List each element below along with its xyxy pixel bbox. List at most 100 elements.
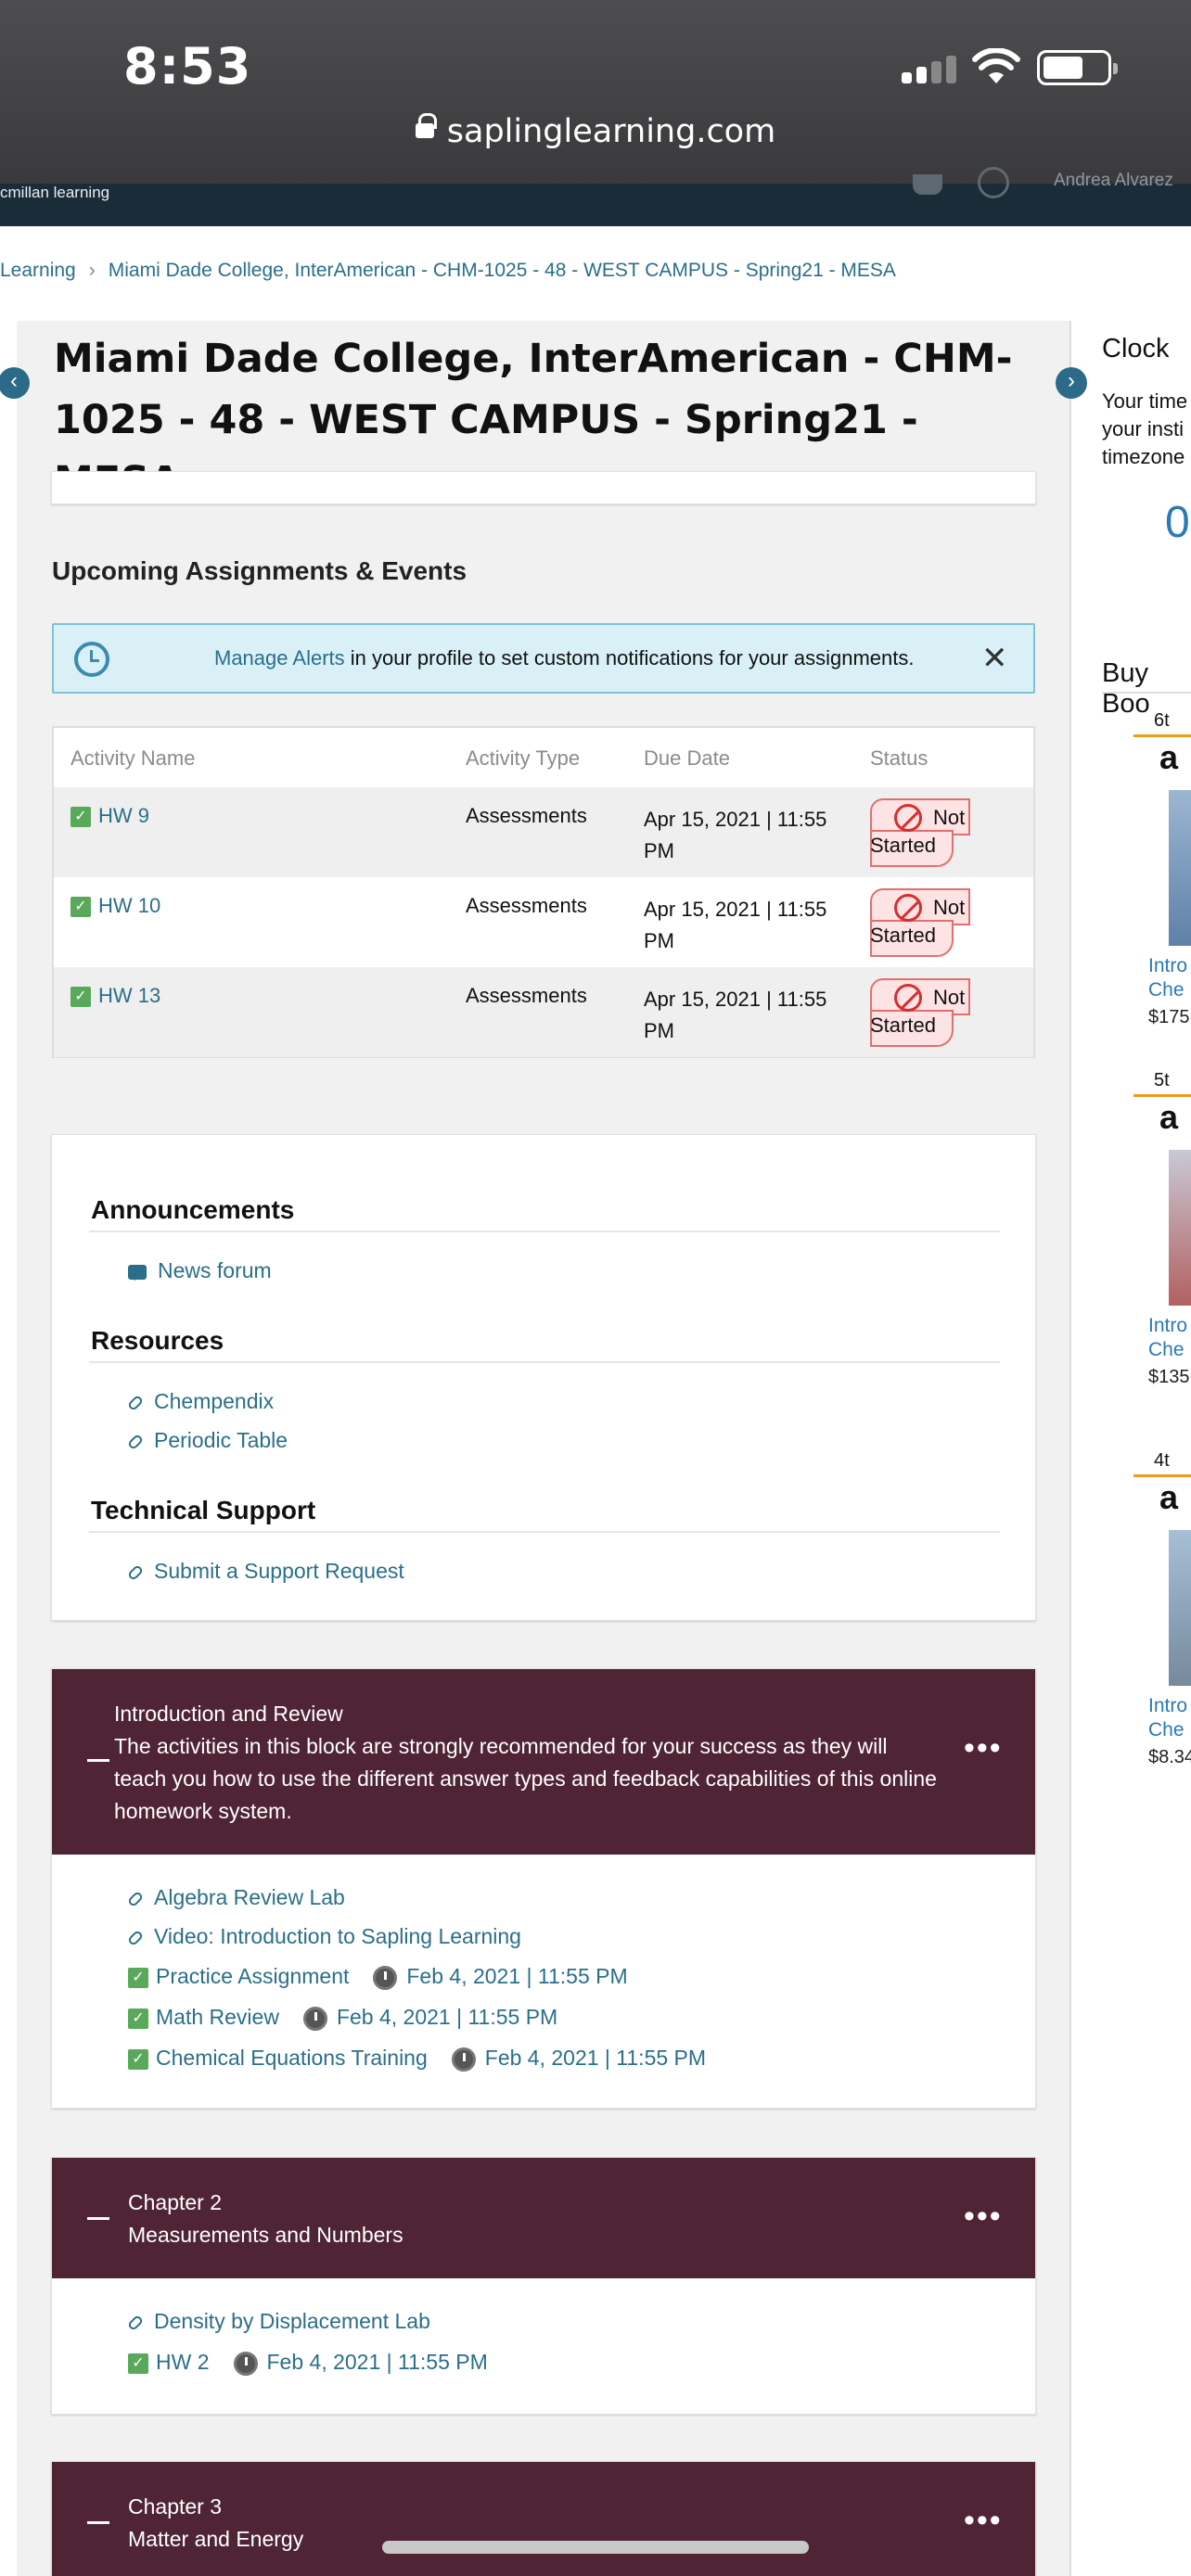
link-icon: [126, 1433, 145, 1451]
col-activity-name[interactable]: Activity Name: [70, 746, 195, 771]
book-cover: [1169, 1530, 1191, 1686]
not-started-icon: [894, 804, 922, 832]
book-ad[interactable]: 6t a Intro Che $175: [1133, 710, 1191, 1027]
clock-text-line: timezone: [1102, 445, 1185, 468]
manage-alerts-link[interactable]: Manage Alerts: [214, 646, 345, 670]
chemical-equations-link[interactable]: ✓ Chemical Equations Training Feb 4, 2021 …: [128, 2046, 706, 2072]
topic-block-header[interactable]: Chapter 2 Measurements and Numbers •••: [52, 2158, 1035, 2278]
chempendix-link[interactable]: Chempendix: [126, 1389, 274, 1414]
signal-icon: [902, 56, 957, 83]
table-row: ✓ HW 9 Assessments Apr 15, 2021 | 11:55 P…: [54, 787, 1033, 877]
topic-block-intro: Introduction and Review The activities i…: [51, 1668, 1036, 2109]
status-badge: Not Started: [870, 798, 981, 867]
collapse-icon[interactable]: [87, 2217, 109, 2220]
assignment-check-icon: ✓: [128, 1967, 148, 1988]
upcoming-heading: Upcoming Assignments & Events: [52, 556, 467, 585]
hw-2-link[interactable]: ✓ HW 2 Feb 4, 2021 | 11:55 PM: [128, 2350, 488, 2376]
user-menu[interactable]: Andrea Alvarez: [1054, 171, 1173, 191]
math-review-link[interactable]: ✓ Math Review Feb 4, 2021 | 11:55 PM: [128, 2005, 557, 2031]
col-activity-type[interactable]: Activity Type: [466, 746, 580, 771]
more-options-icon[interactable]: •••: [964, 2199, 1003, 2235]
algebra-review-link[interactable]: Algebra Review Lab: [126, 1885, 345, 1910]
breadcrumb: Learning › Miami Dade College, InterAmeric…: [0, 260, 896, 282]
alert-text: in your profile to set custom notificati…: [344, 646, 915, 670]
col-due-date[interactable]: Due Date: [644, 746, 730, 771]
topic-description-line: The activities in this block are strongl…: [114, 1734, 888, 1758]
resources-heading: Resources: [91, 1326, 224, 1355]
assignment-check-icon: ✓: [128, 2048, 148, 2070]
course-summary-box: [51, 471, 1036, 504]
chevron-right-icon: ›: [88, 260, 96, 281]
clock-heading: Clock: [1102, 334, 1170, 363]
divider: [1102, 692, 1191, 694]
more-options-icon[interactable]: •••: [964, 2503, 1003, 2539]
link-icon: [126, 1394, 145, 1412]
topic-title: Chapter 3: [128, 2494, 223, 2519]
support-heading: Technical Support: [91, 1496, 316, 1524]
brand-logo[interactable]: cmillan learning: [0, 184, 109, 202]
url-bar[interactable]: saplinglearning.com: [0, 113, 1191, 150]
link-icon: [126, 1563, 145, 1582]
intro-video-link[interactable]: Video: Introduction to Sapling Learning: [126, 1924, 521, 1949]
topic-block-header[interactable]: Chapter 3 Matter and Energy •••: [52, 2462, 1035, 2576]
alarm-clock-icon: [74, 642, 109, 677]
assignment-check-icon: ✓: [70, 987, 91, 1008]
status-badge: Not Started: [870, 978, 981, 1047]
topic-description-line: homework system.: [114, 1799, 292, 1823]
activity-type: Assessments: [466, 804, 587, 827]
topic-description-line: teach you how to use the different answe…: [114, 1766, 937, 1791]
news-forum-link[interactable]: News forum: [128, 1258, 272, 1283]
link-icon: [126, 1890, 145, 1908]
assignments-table: Activity Name Activity Type Due Date Sta…: [52, 726, 1035, 1058]
due-date: Apr 15, 2021 | 11:55 PM: [644, 988, 827, 1042]
wifi-icon: [972, 48, 1020, 83]
right-sidebar: Clock Your time your insti timezone 0 Bu…: [1085, 321, 1191, 1804]
breadcrumb-course[interactable]: Miami Dade College, InterAmerican - CHM-…: [109, 260, 896, 281]
breadcrumb-home[interactable]: Learning: [0, 260, 76, 281]
density-lab-link[interactable]: Density by Displacement Lab: [126, 2309, 430, 2334]
due-clock-icon: [451, 2047, 476, 2072]
assignment-check-icon: ✓: [70, 807, 91, 828]
book-ad[interactable]: 5t a Intro Che $135: [1133, 1070, 1191, 1387]
practice-assignment-link[interactable]: ✓ Practice Assignment Feb 4, 2021 | 11:55 …: [128, 1964, 628, 1990]
assignment-link[interactable]: ✓ HW 13: [70, 984, 160, 1008]
assignment-link[interactable]: ✓ HW 9: [70, 804, 149, 828]
book-cover: [1169, 790, 1191, 946]
topic-title: Chapter 2: [128, 2190, 223, 2214]
status-time: 8:53: [123, 37, 252, 96]
close-icon[interactable]: ✕: [981, 625, 1008, 692]
home-indicator[interactable]: [382, 2541, 809, 2554]
link-icon: [126, 2314, 145, 2332]
activity-type: Assessments: [466, 894, 587, 917]
assignment-link[interactable]: ✓ HW 10: [70, 894, 160, 918]
topic-block-chapter-3: Chapter 3 Matter and Energy •••: [51, 2461, 1036, 2576]
due-clock-icon: [373, 1965, 398, 1990]
book-ad[interactable]: 4t a Intro Che $8.34: [1133, 1450, 1191, 1767]
clock-text-line: your insti: [1102, 417, 1185, 440]
col-status[interactable]: Status: [870, 746, 928, 771]
forum-icon: [128, 1264, 147, 1281]
url-text: saplinglearning.com: [446, 113, 776, 150]
help-icon[interactable]: [978, 167, 1009, 198]
table-header: Activity Name Activity Type Due Date Sta…: [54, 728, 1033, 787]
periodic-table-link[interactable]: Periodic Table: [126, 1428, 288, 1453]
not-started-icon: [894, 984, 922, 1012]
topic-block-header[interactable]: Introduction and Review The activities i…: [52, 1669, 1035, 1855]
not-started-icon: [894, 894, 922, 922]
support-request-link[interactable]: Submit a Support Request: [126, 1559, 404, 1584]
topic-block-chapter-2: Chapter 2 Measurements and Numbers ••• D…: [51, 2157, 1036, 2415]
amazon-logo-icon: a: [1159, 738, 1179, 776]
more-options-icon[interactable]: •••: [964, 1730, 1003, 1766]
amazon-logo-icon: a: [1159, 1098, 1179, 1136]
divider: [89, 1231, 1000, 1232]
divider: [89, 1531, 1000, 1533]
battery-icon: [1037, 50, 1118, 85]
collapse-right-icon[interactable]: ›: [1056, 367, 1087, 399]
bell-icon[interactable]: [913, 174, 942, 195]
browser-status-bar: 8:53 saplinglearning.com: [0, 0, 1191, 184]
collapse-icon[interactable]: [87, 1759, 109, 1762]
divider: [89, 1361, 1000, 1363]
site-header: cmillan learning Andrea Alvarez: [0, 167, 1191, 226]
table-row: ✓ HW 13 Assessments Apr 15, 2021 | 11:55 …: [54, 967, 1033, 1057]
collapse-icon[interactable]: [87, 2521, 109, 2524]
